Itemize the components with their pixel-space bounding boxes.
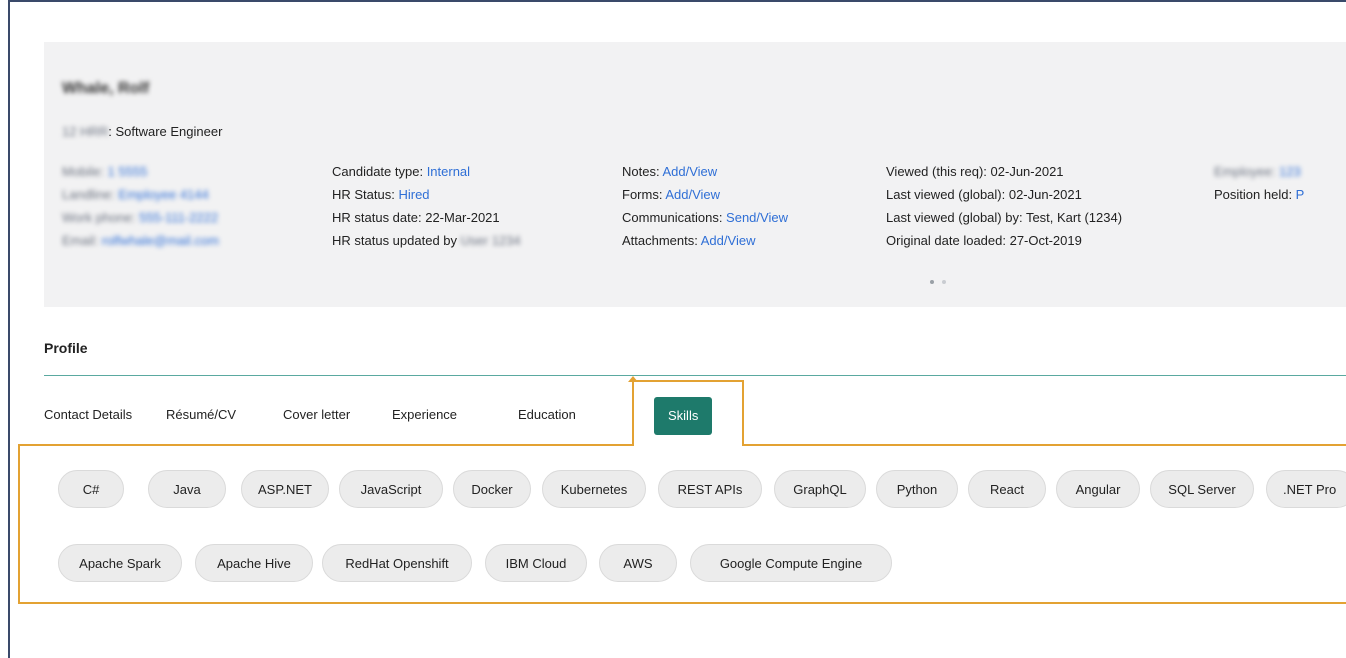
skill-chip: Python	[876, 470, 958, 508]
carousel-dot-active[interactable]	[930, 280, 934, 284]
actions-column: Notes: Add/View Forms: Add/View Communic…	[622, 160, 788, 252]
skill-chip: Apache Spark	[58, 544, 182, 582]
last-viewed-global-by: Last viewed (global) by: Test, Kart (123…	[886, 210, 1123, 225]
skills-tab-highlight	[628, 376, 744, 446]
carousel-dots	[930, 280, 946, 284]
original-date-loaded: Original date loaded: 27-Oct-2019	[886, 233, 1082, 248]
window-top-border	[8, 0, 1346, 2]
viewed-column: Viewed (this req): 02-Jun-2021 Last view…	[886, 160, 1122, 252]
requisition-line: 12 HRR: Software Engineer	[62, 124, 222, 139]
contact-column: Mobile: 1 5555 Landline: Employee 4144 W…	[62, 160, 219, 252]
candidate-type-link[interactable]: Internal	[427, 164, 470, 179]
contact-row: Mobile: 1 5555	[62, 164, 148, 179]
employee-row: Employee: 123	[1214, 164, 1301, 179]
skill-chip: Angular	[1056, 470, 1140, 508]
skill-chip: ASP.NET	[241, 470, 329, 508]
tab-resume-cv[interactable]: Résumé/CV	[166, 407, 236, 422]
carousel-dot[interactable]	[942, 280, 946, 284]
hr-status-link[interactable]: Hired	[398, 187, 429, 202]
contact-row: Landline: Employee 4144	[62, 187, 209, 202]
forms-link[interactable]: Add/View	[665, 187, 720, 202]
forms-row: Forms: Add/View	[622, 187, 721, 202]
skill-chip: SQL Server	[1150, 470, 1254, 508]
profile-divider	[44, 375, 1346, 376]
skill-chip: GraphQL	[774, 470, 866, 508]
last-viewed-global: Last viewed (global): 02-Jun-2021	[886, 187, 1082, 202]
extra-column: Employee: 123 Position held: P	[1214, 160, 1304, 206]
skill-chip: Apache Hive	[195, 544, 313, 582]
skill-chip: Java	[148, 470, 226, 508]
window-left-border	[8, 0, 10, 658]
hr-status-row: HR Status: Hired	[332, 187, 430, 202]
attachments-link[interactable]: Add/View	[701, 233, 756, 248]
contact-row: Email: rolfwhale@mail.com	[62, 233, 219, 248]
communications-link[interactable]: Send/View	[726, 210, 788, 225]
hr-status-updated-by-user: User 1234	[460, 233, 521, 248]
hr-status-date-row: HR status date: 22-Mar-2021	[332, 210, 500, 225]
contact-row: Work phone: 555-111-2222	[62, 210, 219, 225]
hr-status-updated-by-row: HR status updated by User 1234	[332, 233, 521, 248]
attachments-row: Attachments: Add/View	[622, 233, 756, 248]
skill-chip: C#	[58, 470, 124, 508]
skill-chip: .NET Pro	[1266, 470, 1346, 508]
position-held-row: Position held: P	[1214, 187, 1305, 202]
candidate-type-row: Candidate type: Internal	[332, 164, 471, 179]
requisition-id: 12 HRR	[62, 124, 109, 139]
skills-list: C# Java ASP.NET JavaScript Docker Kubern…	[56, 470, 1346, 600]
status-column: Candidate type: Internal HR Status: Hire…	[332, 160, 521, 252]
tab-cover-letter[interactable]: Cover letter	[283, 407, 350, 422]
profile-heading: Profile	[44, 340, 88, 356]
skill-chip: AWS	[599, 544, 677, 582]
viewed-this-req: Viewed (this req): 02-Jun-2021	[886, 164, 1064, 179]
tab-contact-details[interactable]: Contact Details	[44, 407, 132, 422]
highlight-arrow-icon	[628, 376, 638, 382]
notes-link[interactable]: Add/View	[662, 164, 717, 179]
candidate-header-card: Whale, Rolf 12 HRR: Software Engineer Mo…	[44, 42, 1346, 307]
position-held-link[interactable]: P	[1296, 187, 1305, 202]
communications-row: Communications: Send/View	[622, 210, 788, 225]
requisition-title: : Software Engineer	[108, 124, 223, 139]
skill-chip: Kubernetes	[542, 470, 646, 508]
skill-chip: IBM Cloud	[485, 544, 587, 582]
skill-chip: REST APIs	[658, 470, 762, 508]
skill-chip: JavaScript	[339, 470, 443, 508]
tab-experience[interactable]: Experience	[392, 407, 457, 422]
skill-chip: RedHat Openshift	[322, 544, 472, 582]
skill-chip: Docker	[453, 470, 531, 508]
skill-chip: React	[968, 470, 1046, 508]
candidate-name: Whale, Rolf	[62, 80, 150, 97]
notes-row: Notes: Add/View	[622, 164, 718, 179]
tab-education[interactable]: Education	[518, 407, 576, 422]
skill-chip: Google Compute Engine	[690, 544, 892, 582]
